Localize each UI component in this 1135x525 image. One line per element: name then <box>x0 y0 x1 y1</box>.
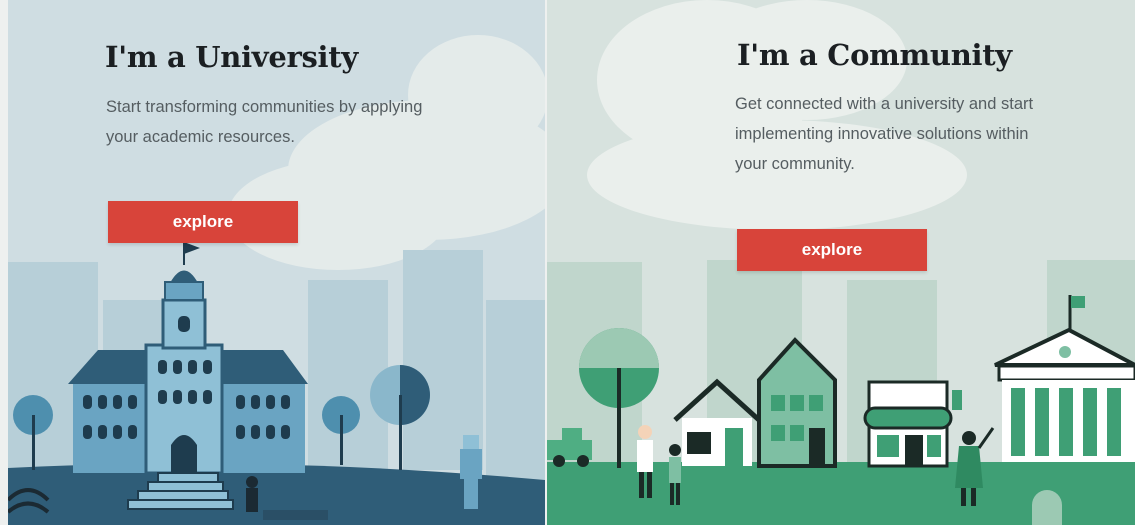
community-title: I'm a Community <box>737 38 1012 72</box>
shop-building <box>863 380 962 468</box>
university-description: Start transforming communities by applyi… <box>106 98 423 146</box>
university-campus-illustration <box>8 35 545 525</box>
university-explore-button[interactable]: explore <box>108 201 298 243</box>
community-explore-button[interactable]: explore <box>737 229 927 271</box>
university-panel: I'm a University Start transforming comm… <box>8 0 545 525</box>
page-margin <box>0 0 8 525</box>
community-description: Get connected with a university and star… <box>735 95 1034 173</box>
bush-shape <box>1032 490 1062 525</box>
university-title: I'm a University <box>105 40 358 74</box>
university-building <box>68 240 308 475</box>
community-panel: I'm a Community Get connected with a uni… <box>547 0 1135 525</box>
